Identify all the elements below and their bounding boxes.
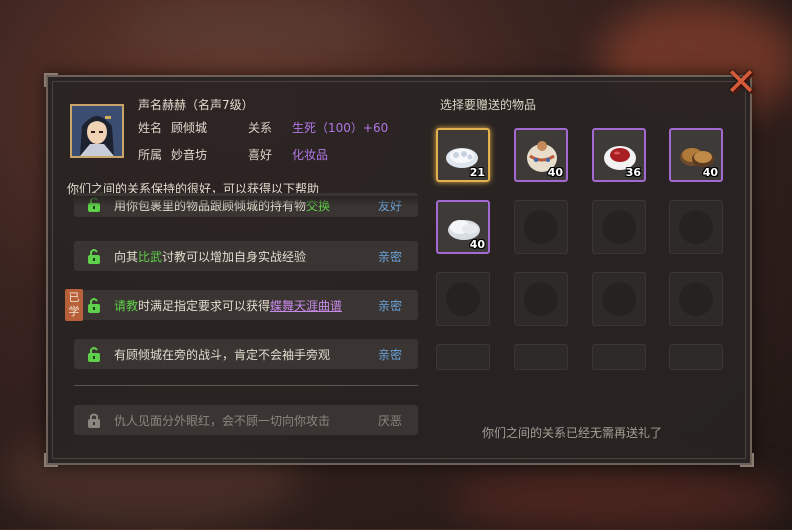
name-value: 顾倾城 xyxy=(171,121,208,135)
empty-slot xyxy=(436,344,490,370)
item-count: 40 xyxy=(547,166,563,179)
unlocked-icon xyxy=(88,249,100,264)
benefit-text: 向其 xyxy=(114,250,139,264)
gift-status-message: 你们之间的关系已经无需再送礼了 xyxy=(482,426,663,440)
benefit-tier: 亲密 xyxy=(377,299,402,313)
benefit-tier: 厌恶 xyxy=(377,414,402,428)
empty-slot xyxy=(592,344,646,370)
benefit-text: 讨教可以增加自身实战经验 xyxy=(162,250,307,264)
empty-slot xyxy=(514,344,568,370)
benefit-text: 时满足指定要求可以获得 xyxy=(138,299,271,313)
benefit-keyword: 请教 xyxy=(114,299,139,313)
benefit-row-hostile: 仇人见面分外眼红，会不顾一切向你攻击 厌恶 xyxy=(74,405,418,435)
empty-slot xyxy=(514,200,568,254)
benefit-tier: 亲密 xyxy=(377,250,402,264)
item-count: 36 xyxy=(625,166,641,179)
corner-ornament xyxy=(740,453,754,467)
faction-value: 妙音坊 xyxy=(171,148,208,162)
benefit-keyword: 比武 xyxy=(138,250,163,264)
learned-badge: 已学 xyxy=(65,289,83,321)
gift-slot[interactable]: 40 xyxy=(514,128,568,182)
relation-value: 生死（100）+60 xyxy=(292,121,389,135)
empty-slot xyxy=(669,344,723,370)
benefit-text: 有顾倾城在旁的战斗，肯定不会袖手旁观 xyxy=(114,348,331,362)
empty-slot xyxy=(436,272,490,326)
unlocked-icon xyxy=(88,298,100,313)
empty-slot xyxy=(669,272,723,326)
item-count: 40 xyxy=(469,238,485,251)
gift-title: 选择要赠送的物品 xyxy=(440,98,537,112)
faction-label: 所属 xyxy=(138,148,163,162)
gift-slot[interactable]: 21 xyxy=(436,128,490,182)
benefit-row-assist: 有顾倾城在旁的战斗，肯定不会袖手旁观 亲密 xyxy=(74,339,418,369)
hobby-value: 化妆品 xyxy=(292,148,329,162)
locked-icon xyxy=(88,413,100,428)
benefit-text: 仇人见面分外眼红，会不顾一切向你攻击 xyxy=(114,414,331,428)
corner-ornament xyxy=(44,73,58,87)
divider xyxy=(74,385,418,386)
unlocked-icon xyxy=(88,347,100,362)
character-portrait xyxy=(70,104,124,158)
gift-slot[interactable]: 40 xyxy=(436,200,490,254)
reputation-text: 声名赫赫（名声7级） xyxy=(138,98,254,112)
name-label: 姓名 xyxy=(138,121,163,135)
empty-slot xyxy=(592,200,646,254)
hobby-label: 喜好 xyxy=(248,148,273,162)
item-count: 40 xyxy=(702,166,718,179)
benefit-tier: 亲密 xyxy=(377,348,402,362)
item-count: 21 xyxy=(469,166,485,179)
gift-slot[interactable]: 36 xyxy=(592,128,646,182)
relation-label: 关系 xyxy=(248,121,273,135)
corner-ornament xyxy=(44,453,58,467)
close-icon[interactable]: ✕ xyxy=(723,63,759,101)
benefit-row-teach: 请教时满足指定要求可以获得蝶舞天涯曲谱 亲密 xyxy=(74,290,418,320)
empty-slot xyxy=(669,200,723,254)
music-score-link[interactable]: 蝶舞天涯曲谱 xyxy=(270,299,342,313)
benefit-row-duel: 向其比武讨教可以增加自身实战经验 亲密 xyxy=(74,241,418,271)
gift-slot[interactable]: 40 xyxy=(669,128,723,182)
empty-slot xyxy=(592,272,646,326)
empty-slot xyxy=(514,272,568,326)
